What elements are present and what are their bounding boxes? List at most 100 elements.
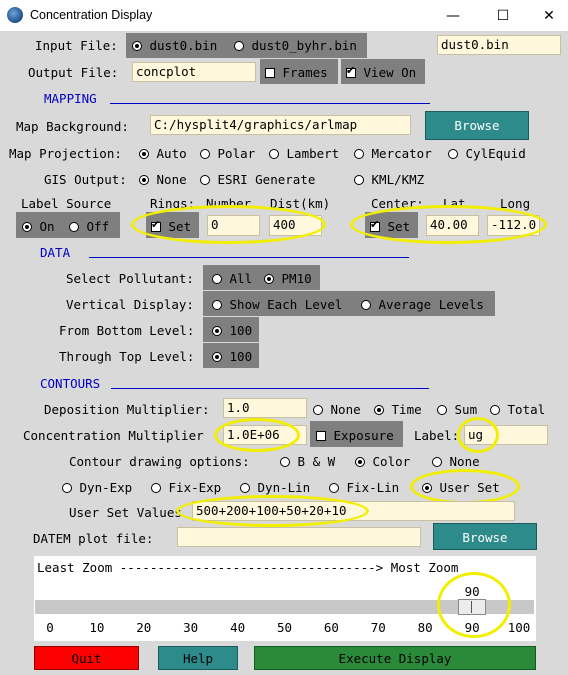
center-lat-field[interactable]: 40.00 [426, 215, 479, 236]
vertical-each-level[interactable]: Show Each Level [212, 297, 342, 312]
input-option-dust0[interactable]: dust0.bin [132, 38, 217, 53]
execute-display-button[interactable]: Execute Display [254, 646, 536, 670]
radio-icon [374, 405, 384, 415]
rings-dist-field[interactable]: 400 [269, 215, 322, 236]
gis-kml[interactable]: KML/KMZ [354, 172, 424, 187]
deposition-total[interactable]: Total [490, 402, 545, 417]
input-file-label: Input File: [35, 38, 118, 53]
label-source-label: Label Source [21, 196, 112, 211]
rings-number-label: Number [206, 196, 252, 211]
help-button[interactable]: Help [158, 646, 238, 670]
exposure-checkbox[interactable]: Exposure [316, 428, 394, 443]
checkbox-icon [151, 218, 161, 232]
deposition-multiplier-field[interactable]: 1.0 [223, 398, 307, 418]
vertical-average-levels[interactable]: Average Levels [361, 297, 484, 312]
radio-icon [355, 457, 365, 467]
bottom-level-100[interactable]: 100 [212, 323, 252, 338]
levels-dyn-lin[interactable]: Dyn-Lin [240, 480, 310, 495]
output-file-label: Output File: [28, 65, 119, 80]
quit-button[interactable]: Quit [34, 646, 139, 670]
projection-lambert[interactable]: Lambert [269, 146, 339, 161]
projection-polar[interactable]: Polar [200, 146, 255, 161]
drawing-none[interactable]: None [432, 454, 480, 469]
radio-icon [151, 483, 161, 493]
radio-icon [354, 149, 364, 159]
zoom-tick-label: 40 [230, 620, 246, 635]
radio-icon [212, 300, 222, 310]
levels-dyn-exp[interactable]: Dyn-Exp [62, 480, 132, 495]
zoom-tick-label: 100 [507, 620, 531, 635]
projection-auto[interactable]: Auto [139, 146, 187, 161]
radio-icon [361, 300, 371, 310]
center-long-label: Long [500, 196, 531, 211]
projection-mercator[interactable]: Mercator [354, 146, 432, 161]
rings-number-field[interactable]: 0 [207, 215, 260, 236]
rings-label: Rings: [150, 196, 196, 211]
user-set-values-field[interactable]: 500+200+100+50+20+10 [192, 501, 515, 521]
top-level-100[interactable]: 100 [212, 349, 252, 364]
map-background-label: Map Background: [16, 119, 129, 134]
view-on-checkbox[interactable]: View On [346, 64, 416, 80]
radio-icon [212, 352, 222, 362]
levels-fix-exp[interactable]: Fix-Exp [151, 480, 221, 495]
rings-set-checkbox[interactable]: Set [151, 218, 191, 234]
contours-divider [111, 388, 429, 389]
concentration-multiplier-field[interactable]: 1.0E+06 [223, 425, 307, 445]
datem-browse-button[interactable]: Browse [433, 523, 537, 550]
zoom-value: 90 [464, 584, 480, 599]
output-file-field[interactable]: concplot [132, 62, 256, 82]
radio-icon [269, 149, 279, 159]
minimize-button[interactable]: — [430, 0, 476, 31]
levels-fix-lin[interactable]: Fix-Lin [329, 480, 399, 495]
projection-cylequid[interactable]: CylEquid [448, 146, 526, 161]
select-pollutant-label: Select Pollutant: [66, 271, 194, 286]
levels-user-set[interactable]: User Set [422, 480, 500, 495]
user-set-values-label: User Set Values [69, 505, 182, 520]
datem-plot-field[interactable] [177, 527, 421, 547]
zoom-tick-label: 0 [46, 620, 54, 635]
input-file-field[interactable]: dust0.bin [437, 35, 561, 55]
radio-icon [212, 274, 222, 284]
zoom-tick-label: 50 [276, 620, 293, 635]
radio-icon [62, 483, 72, 493]
drawing-bw[interactable]: B & W [280, 454, 335, 469]
pollutant-all[interactable]: All [212, 271, 252, 286]
frames-checkbox[interactable]: Frames [265, 65, 328, 80]
gis-output-label: GIS Output: [44, 172, 127, 187]
map-browse-button[interactable]: Browse [425, 111, 529, 140]
data-section-title: DATA [40, 245, 71, 260]
deposition-sum[interactable]: Sum [437, 402, 477, 417]
pollutant-pm10[interactable]: PM10 [264, 271, 312, 286]
units-label: Label: [414, 428, 460, 443]
zoom-tick-label: 80 [417, 620, 433, 635]
zoom-header: Least Zoom -----------------------------… [37, 560, 459, 575]
drawing-color[interactable]: Color [355, 454, 410, 469]
data-divider [89, 257, 409, 258]
radio-icon [264, 274, 274, 284]
radio-icon [22, 222, 32, 232]
app-globe-icon [7, 7, 23, 23]
label-source-on[interactable]: On [22, 219, 55, 234]
map-projection-label: Map Projection: [9, 146, 122, 161]
map-background-field[interactable]: C:/hysplit4/graphics/arlmap [150, 115, 411, 135]
gis-none[interactable]: None [139, 172, 187, 187]
radio-icon [200, 149, 210, 159]
maximize-button[interactable]: ☐ [480, 0, 526, 31]
mapping-divider [110, 103, 430, 104]
zoom-tick-label: 60 [323, 620, 339, 635]
close-button[interactable]: ✕ [526, 0, 568, 31]
title-bar: Concentration Display — ☐ ✕ [0, 0, 568, 31]
gis-esri-generate[interactable]: ESRI Generate [200, 172, 315, 187]
rings-dist-label: Dist(km) [270, 196, 331, 211]
units-field[interactable]: ug [464, 425, 548, 445]
deposition-none[interactable]: None [313, 402, 361, 417]
center-set-checkbox[interactable]: Set [370, 218, 410, 234]
label-source-off[interactable]: Off [69, 219, 109, 234]
input-option-dust0-byhr[interactable]: dust0_byhr.bin [234, 38, 357, 53]
contour-drawing-label: Contour drawing options: [69, 454, 250, 469]
deposition-time[interactable]: Time [374, 402, 422, 417]
checkbox-icon [316, 431, 326, 441]
zoom-slider-thumb[interactable] [458, 599, 487, 615]
center-long-field[interactable]: -112.0 [487, 215, 540, 236]
deposition-multiplier-label: Deposition Multiplier: [44, 402, 210, 417]
